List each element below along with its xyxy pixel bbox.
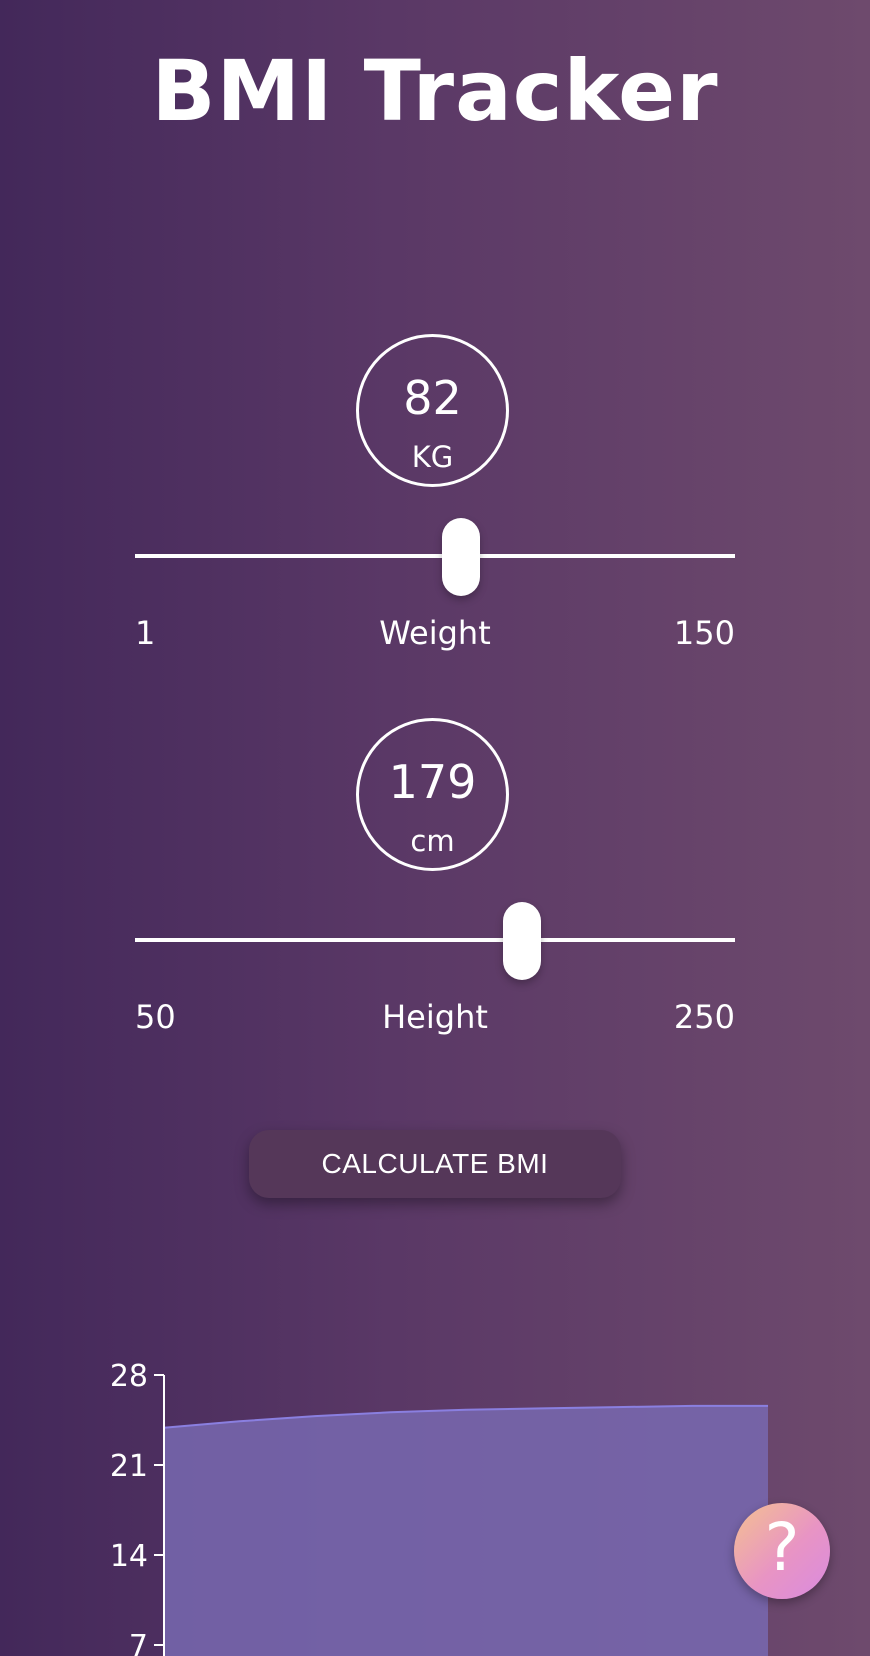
bmi-history-chart: 28 21 14 7 [110, 1359, 768, 1656]
height-readout: 179 cm [356, 718, 509, 871]
weight-slider[interactable] [135, 518, 735, 598]
height-slider[interactable] [135, 902, 735, 982]
y-tick-label: 21 [110, 1449, 148, 1484]
y-tick-label: 28 [110, 1359, 148, 1394]
weight-slider-thumb[interactable] [442, 518, 481, 596]
height-max-label: 250 [673, 998, 735, 1036]
weight-slider-track[interactable] [135, 554, 735, 558]
height-value: 179 [388, 755, 477, 809]
height-slider-thumb[interactable] [503, 902, 541, 980]
weight-label: Weight [379, 614, 491, 652]
weight-max-label: 150 [673, 614, 735, 652]
y-axis-ticks: 28 21 14 7 [110, 1359, 164, 1656]
y-tick-label: 7 [129, 1629, 148, 1656]
weight-value: 82 [403, 371, 462, 425]
height-slider-track[interactable] [135, 938, 735, 942]
question-mark-icon: ? [764, 1509, 800, 1586]
weight-unit: KG [411, 440, 454, 474]
height-unit: cm [410, 824, 455, 858]
weight-range-row: 1 Weight 150 [135, 614, 735, 654]
bmi-area-series [164, 1405, 768, 1656]
height-range-row: 50 Height 250 [135, 998, 735, 1038]
page-title: BMI Tracker [151, 42, 719, 140]
y-tick-label: 14 [110, 1539, 148, 1574]
weight-readout: 82 KG [356, 334, 509, 487]
calculate-bmi-button[interactable]: CALCULATE BMI [249, 1130, 621, 1198]
help-button[interactable]: ? [734, 1503, 830, 1599]
height-label: Height [382, 998, 488, 1036]
